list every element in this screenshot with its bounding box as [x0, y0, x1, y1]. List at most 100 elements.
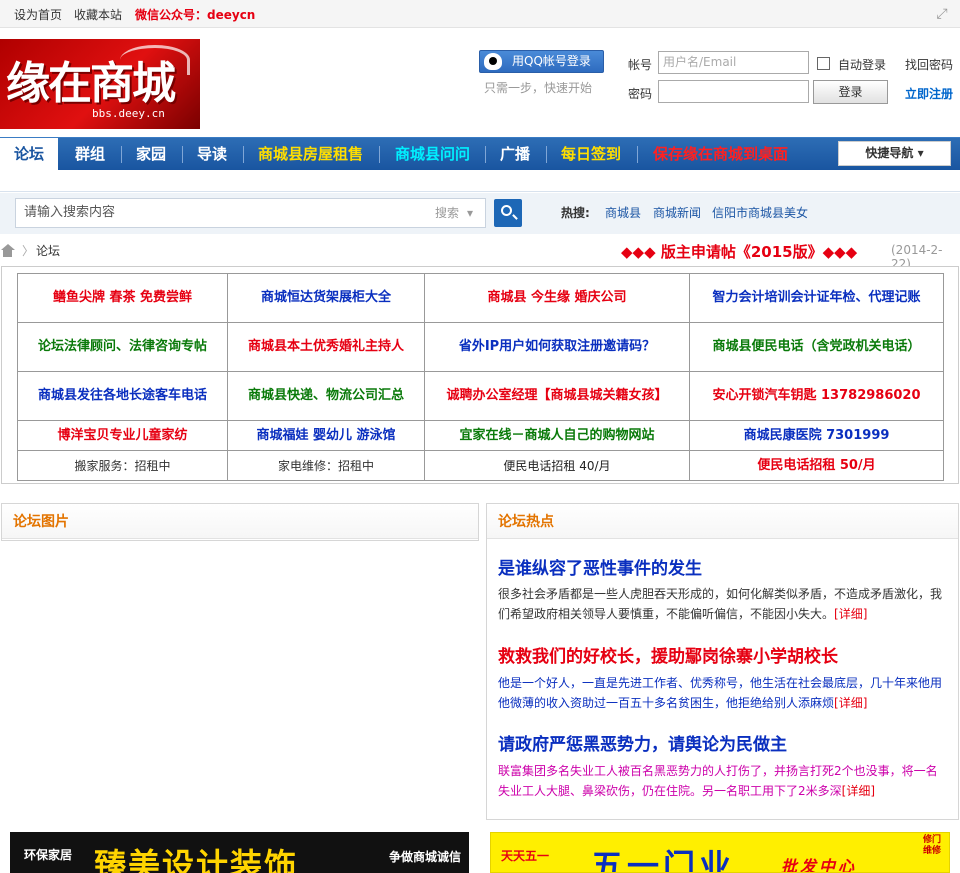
logo-text: 缘在商城 — [6, 58, 176, 109]
hot-article-text: 很多社会矛盾都是一些人虎胆吞天形成的，如何化解类似矛盾，不造成矛盾激化，我们希望… — [498, 587, 943, 621]
detail-link[interactable]: [详细] — [834, 696, 867, 710]
logo-domain: bbs.deey.cn — [92, 107, 165, 120]
set-home-link[interactable]: 设为首页 — [14, 6, 62, 23]
door-banner[interactable]: 天天五一 五一门业 批发中心 修门维修 — [490, 832, 950, 873]
ad-link[interactable]: 商城民康医院 7301999 — [689, 420, 944, 451]
hot-article-title[interactable]: 是谁纵容了恶性事件的发生 — [498, 554, 702, 579]
nav-housing[interactable]: 商城县房屋租售 — [258, 138, 363, 171]
fullscreen-icon[interactable]: ⤢ — [934, 6, 950, 22]
search-icon — [501, 205, 512, 216]
quick-nav-label: 快捷导航 — [865, 146, 914, 160]
password-label: 密码 — [628, 87, 653, 101]
banner-slogan: 争做商城诚信 — [389, 850, 462, 864]
ad-link[interactable]: 商城福娃 婴幼儿 游泳馆 — [227, 420, 425, 451]
breadcrumb[interactable]: 论坛 — [36, 242, 60, 259]
nav-separator — [546, 146, 547, 163]
nav-separator — [121, 146, 122, 163]
nav-separator — [485, 146, 486, 163]
search-type-select[interactable]: 搜索 ▾ — [426, 198, 486, 228]
home-icon[interactable] — [0, 244, 15, 257]
ad-table: 鳝鱼尖牌 春茶 免费尝鲜 商城恒达货架展柜大全 商城县 今生缘 婚庆公司 智力会… — [17, 273, 944, 481]
ad-link[interactable]: 商城县本土优秀婚礼主持人 — [227, 322, 425, 372]
hot-panel-title: 论坛热点 — [498, 514, 554, 530]
hot-search-link[interactable]: 商城新闻 — [653, 204, 701, 221]
banner-tagline: 天天五一 — [501, 849, 550, 863]
auto-login-checkbox[interactable] — [817, 57, 830, 70]
sub-nav — [0, 170, 960, 192]
search-input[interactable]: 请输入搜索内容 — [15, 198, 427, 228]
ad-link[interactable]: 商城恒达货架展柜大全 — [227, 273, 425, 323]
detail-link[interactable]: [详细] — [834, 607, 867, 621]
hot-search-link[interactable]: 信阳市商城县美女 — [712, 204, 808, 221]
banner-title: 臻美设计装饰 — [94, 846, 299, 873]
ad-link[interactable]: 商城县 今生缘 婚庆公司 — [424, 273, 690, 323]
ad-link[interactable]: 鳝鱼尖牌 春茶 免费尝鲜 — [17, 273, 228, 323]
ad-link[interactable]: 搬家服务：招租中 — [17, 450, 228, 481]
banner-title: 五一门业 — [591, 847, 736, 873]
account-input[interactable]: 用户名/Email — [658, 51, 809, 74]
nav-checkin[interactable]: 每日签到 — [561, 138, 621, 171]
ad-link[interactable]: 商城县快递、物流公司汇总 — [227, 371, 425, 421]
nav-separator — [243, 146, 244, 163]
account-label: 帐号 — [628, 58, 653, 72]
password-input[interactable] — [658, 80, 809, 103]
ad-link[interactable]: 商城县便民电话（含党政机关电话） — [689, 322, 944, 372]
nav-broadcast[interactable]: 广播 — [500, 138, 530, 171]
hot-article-text: 他是一个好人，一直是先进工作者、优秀称号，他生活在社会最底层，几十年来他用他微薄… — [498, 676, 943, 710]
ad-link[interactable]: 家电维修：招租中 — [227, 450, 425, 481]
quick-nav-button[interactable]: 快捷导航 ▾ — [838, 141, 951, 166]
hot-article-summary: 很多社会矛盾都是一些人虎胆吞天形成的，如何化解类似矛盾，不造成矛盾激化，我们希望… — [498, 584, 948, 624]
announcement-link[interactable]: ◆◆◆ 版主申请帖《2015版》◆◆◆ — [621, 241, 857, 262]
ad-link[interactable]: 诚聘办公室经理【商城县城关籍女孩】 — [424, 371, 690, 421]
nav-questions[interactable]: 商城县问问 — [395, 138, 470, 171]
qq-login-label: 用QQ帐号登录 — [512, 54, 591, 68]
nav-groups[interactable]: 群组 — [75, 138, 105, 171]
pictures-panel: 论坛图片 — [1, 503, 479, 541]
wechat-account: 微信公众号：deeycn — [135, 8, 256, 22]
qq-penguin-icon — [484, 53, 502, 70]
nav-save-desktop[interactable]: 保存缘在商城到桌面 — [653, 138, 788, 171]
banner-tagline: 环保家居 — [24, 848, 73, 862]
ad-link[interactable]: 商城县发往各地长途客车电话 — [17, 371, 228, 421]
qq-login-hint: 只需一步，快速开始 — [484, 81, 593, 95]
panel-header: 论坛热点 — [487, 504, 958, 539]
qq-login-button[interactable]: 用QQ帐号登录 — [479, 50, 604, 73]
hot-article-summary: 联富集团多名失业工人被百名黑恶势力的人打伤了，并扬言打死2个也没事，将一名失业工… — [498, 761, 948, 801]
bookmark-link[interactable]: 收藏本站 — [74, 6, 122, 23]
table-row: 博洋宝贝专业儿童家纺 商城福娃 婴幼儿 游泳馆 宜家在线－商城人自己的购物网站 … — [17, 420, 944, 451]
nav-separator — [379, 146, 380, 163]
caret-down-icon: ▾ — [467, 206, 474, 220]
decoration-banner[interactable]: 环保家居 臻美设计装饰 争做商城诚信 — [10, 832, 469, 873]
ad-link[interactable]: 博洋宝贝专业儿童家纺 — [17, 420, 228, 451]
table-row: 搬家服务：招租中 家电维修：招租中 便民电话招租 40/月 便民电话招租 50/… — [17, 450, 944, 481]
nav-guide[interactable]: 导读 — [197, 138, 227, 171]
nav-forum[interactable]: 论坛 — [0, 138, 59, 171]
hot-search-label: 热搜: — [561, 206, 590, 220]
hot-article-title[interactable]: 请政府严惩黑恶势力，请舆论为民做主 — [498, 730, 787, 755]
site-logo[interactable]: 缘在商城 bbs.deey.cn — [0, 39, 200, 129]
ad-link[interactable]: 宜家在线－商城人自己的购物网站 — [424, 420, 690, 451]
detail-link[interactable]: [详细] — [842, 784, 875, 798]
pictures-panel-title: 论坛图片 — [13, 514, 69, 530]
ad-link[interactable]: 便民电话招租 50/月 — [689, 450, 944, 481]
table-row: 商城县发往各地长途客车电话 商城县快递、物流公司汇总 诚聘办公室经理【商城县城关… — [17, 371, 944, 421]
breadcrumb-separator: 〉 — [22, 244, 35, 258]
login-button[interactable]: 登录 — [813, 80, 888, 104]
search-type-label: 搜索 — [435, 206, 460, 220]
search-button[interactable] — [494, 199, 522, 227]
register-link[interactable]: 立即注册 — [905, 85, 953, 102]
nav-separator — [637, 146, 638, 163]
panel-header: 论坛图片 — [2, 504, 478, 539]
forgot-password-link[interactable]: 找回密码 — [905, 56, 953, 73]
hot-search-link[interactable]: 商城县 — [605, 204, 641, 221]
hot-article-title[interactable]: 救救我们的好校长，援助鄢岗徐寨小学胡校长 — [498, 642, 838, 667]
top-bar: 设为首页 收藏本站 微信公众号：deeycn ⤢ — [0, 0, 960, 28]
ad-link[interactable]: 智力会计培训会计证年检、代理记账 — [689, 273, 944, 323]
ad-link[interactable]: 便民电话招租 40/月 — [424, 450, 690, 481]
ad-link[interactable]: 省外IP用户如何获取注册邀请码？ — [424, 322, 690, 372]
ad-link[interactable]: 安心开锁汽车钥匙 13782986020 — [689, 371, 944, 421]
hot-article-summary: 他是一个好人，一直是先进工作者、优秀称号，他生活在社会最底层，几十年来他用他微薄… — [498, 673, 948, 713]
ad-link[interactable]: 论坛法律顾问、法律咨询专帖 — [17, 322, 228, 372]
auto-login-label: 自动登录 — [838, 58, 887, 72]
nav-home[interactable]: 家园 — [136, 138, 166, 171]
